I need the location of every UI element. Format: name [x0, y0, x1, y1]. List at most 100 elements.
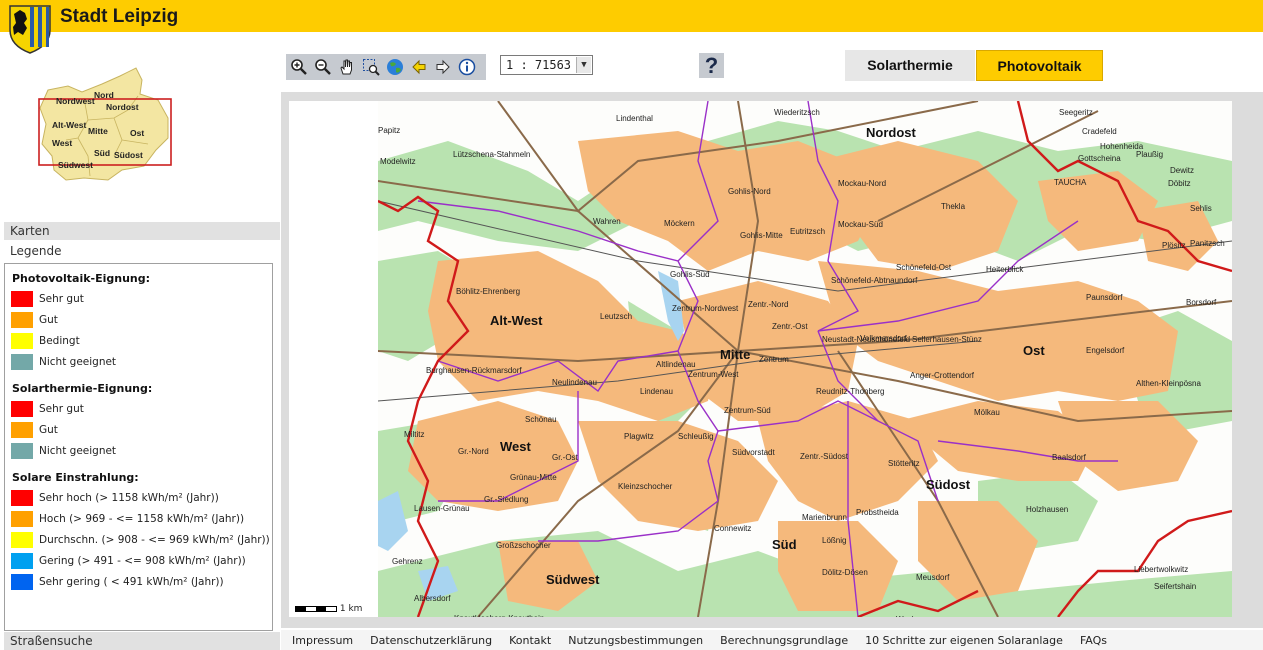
- district-label: Alt-West: [490, 313, 543, 328]
- place-label: Kleinzschocher: [618, 482, 673, 491]
- tab-photovoltaik[interactable]: Photovoltaik: [976, 50, 1103, 81]
- place-label: Gottscheina: [1078, 154, 1121, 163]
- overview-label: Alt-West: [52, 120, 86, 130]
- footer-link[interactable]: Nutzungsbestimmungen: [568, 634, 703, 647]
- footer-link[interactable]: FAQs: [1080, 634, 1107, 647]
- legend-label: Nicht geeignet: [39, 444, 117, 457]
- overview-label: Mitte: [88, 126, 108, 136]
- overview-label: Südwest: [58, 160, 93, 170]
- panel-tab-strassensuche[interactable]: Straßensuche: [4, 632, 280, 650]
- legend-label: Sehr gering ( < 491 kWh/m² (Jahr)): [39, 575, 224, 588]
- place-label: TAUCHA: [1054, 178, 1087, 187]
- place-label: Zentr.-Nord: [748, 300, 788, 309]
- place-label: Lindenau: [640, 387, 673, 396]
- overview-label: West: [52, 138, 72, 148]
- map-scalebar: 1 km: [295, 604, 362, 614]
- overview-label: Nordost: [106, 102, 139, 112]
- place-label: Mockau-Nord: [838, 179, 886, 188]
- place-label: Gohlis-Nord: [728, 187, 771, 196]
- overview-label: Nord: [94, 90, 114, 100]
- city-crest-logo[interactable]: [8, 4, 52, 54]
- place-label: Plösitz: [1162, 241, 1186, 250]
- place-label: Mölkau: [974, 408, 1000, 417]
- place-label: Plaußig: [1136, 150, 1163, 159]
- legend-swatch: [11, 290, 33, 307]
- place-label: Gehrenz: [392, 557, 423, 566]
- legend-swatch: [11, 353, 33, 370]
- place-label: Heiterblick: [986, 265, 1024, 274]
- place-label: Wachau: [896, 615, 925, 617]
- legend-label: Gering (> 491 - <= 908 kWh/m² (Jahr)): [39, 554, 246, 567]
- scale-select[interactable]: 1 : 71563 ▼: [500, 55, 593, 75]
- footer-link[interactable]: Datenschutzerklärung: [370, 634, 492, 647]
- scalebar-graphic: [295, 605, 337, 612]
- site-title[interactable]: Stadt Leipzig: [60, 6, 178, 28]
- footer-link[interactable]: 10 Schritte zur eigenen Solaranlage: [865, 634, 1063, 647]
- footer-link[interactable]: Impressum: [292, 634, 353, 647]
- place-label: Neulindenau: [552, 378, 597, 387]
- legend-item: Nicht geeignet: [11, 351, 266, 372]
- zoom-in-icon[interactable]: [288, 56, 310, 78]
- pan-hand-icon[interactable]: [336, 56, 358, 78]
- overview-minimap[interactable]: Nord Nordwest Nordost Alt-West Mitte Ost…: [18, 60, 188, 200]
- header-bar: [0, 0, 1263, 32]
- place-label: Lößnig: [822, 536, 846, 545]
- footer-link[interactable]: Berechnungsgrundlage: [720, 634, 848, 647]
- globe-icon[interactable]: [384, 56, 406, 78]
- place-label: Liebertwolkwitz: [1134, 565, 1188, 574]
- map-toolbar: [286, 54, 486, 80]
- legend-swatch: [11, 421, 33, 438]
- place-label: Stötteritz: [888, 459, 920, 468]
- place-label: Leutzsch: [600, 312, 632, 321]
- legend-swatch: [11, 552, 33, 569]
- place-label: Zentr.-Ost: [772, 322, 808, 331]
- back-arrow-icon[interactable]: [408, 56, 430, 78]
- place-label: Borsdorf: [1186, 298, 1217, 307]
- place-label: Neustadt-Neuschönefeld: [822, 335, 910, 344]
- chevron-down-icon[interactable]: ▼: [576, 57, 591, 73]
- place-label: Eutritzsch: [790, 227, 825, 236]
- footer-link[interactable]: Kontakt: [509, 634, 551, 647]
- forward-arrow-icon[interactable]: [432, 56, 454, 78]
- help-button[interactable]: ?: [699, 53, 724, 78]
- legend-swatch: [11, 531, 33, 548]
- place-label: Connewitz: [714, 524, 751, 533]
- overview-label: Südost: [114, 150, 143, 160]
- legend-section: Photovoltaik-Eignung: Sehr gut Gut Bedingt N…: [11, 272, 266, 372]
- place-label: Paunsdorf: [1086, 293, 1123, 302]
- place-label: Sehlis: [1190, 204, 1212, 213]
- place-label: Baalsdorf: [1052, 453, 1087, 462]
- panel-tab-legende[interactable]: Legende: [4, 242, 280, 260]
- place-label: Holzhausen: [1026, 505, 1068, 514]
- place-label: Möckern: [664, 219, 695, 228]
- place-label: Lausen-Grünau: [414, 504, 470, 513]
- zoom-box-icon[interactable]: [360, 56, 382, 78]
- info-icon[interactable]: [456, 56, 478, 78]
- panel-tab-karten[interactable]: Karten: [4, 222, 280, 240]
- legend-item: Gering (> 491 - <= 908 kWh/m² (Jahr)): [11, 550, 266, 571]
- map-canvas[interactable]: Lindenthal Wiederitzsch Seegeritz Papitz Cra…: [377, 100, 1233, 624]
- legend-label: Sehr hoch (> 1158 kWh/m² (Jahr)): [39, 491, 219, 504]
- legend-heading: Solarthermie-Eignung:: [12, 382, 153, 395]
- place-label: Modelwitz: [380, 157, 416, 166]
- legend-item: Sehr gut: [11, 288, 266, 309]
- overview-label: Ost: [130, 128, 144, 138]
- place-label: Zentrum: [759, 355, 789, 364]
- legend-heading: Solare Einstrahlung:: [12, 471, 139, 484]
- place-label: Thekla: [941, 202, 966, 211]
- place-label: Gohlis-Mitte: [740, 231, 783, 240]
- place-label: Altlindenau: [656, 360, 696, 369]
- overview-label: Süd: [94, 148, 110, 158]
- overview-label: Nordwest: [56, 96, 95, 106]
- place-label: Panitzsch: [1190, 239, 1225, 248]
- place-label: Knautkleeberg-Knauthain: [454, 614, 544, 617]
- place-label: Probstheida: [856, 508, 899, 517]
- place-label: Großzschocher: [496, 541, 551, 550]
- map-margin: [289, 101, 378, 617]
- tab-solarthermie[interactable]: Solarthermie: [845, 50, 975, 81]
- district-label: Südwest: [546, 572, 600, 587]
- legend-label: Gut: [39, 423, 58, 436]
- zoom-out-icon[interactable]: [312, 56, 334, 78]
- place-label: Schönefeld-Ost: [896, 263, 952, 272]
- place-label: Zentr.-Südost: [800, 452, 849, 461]
